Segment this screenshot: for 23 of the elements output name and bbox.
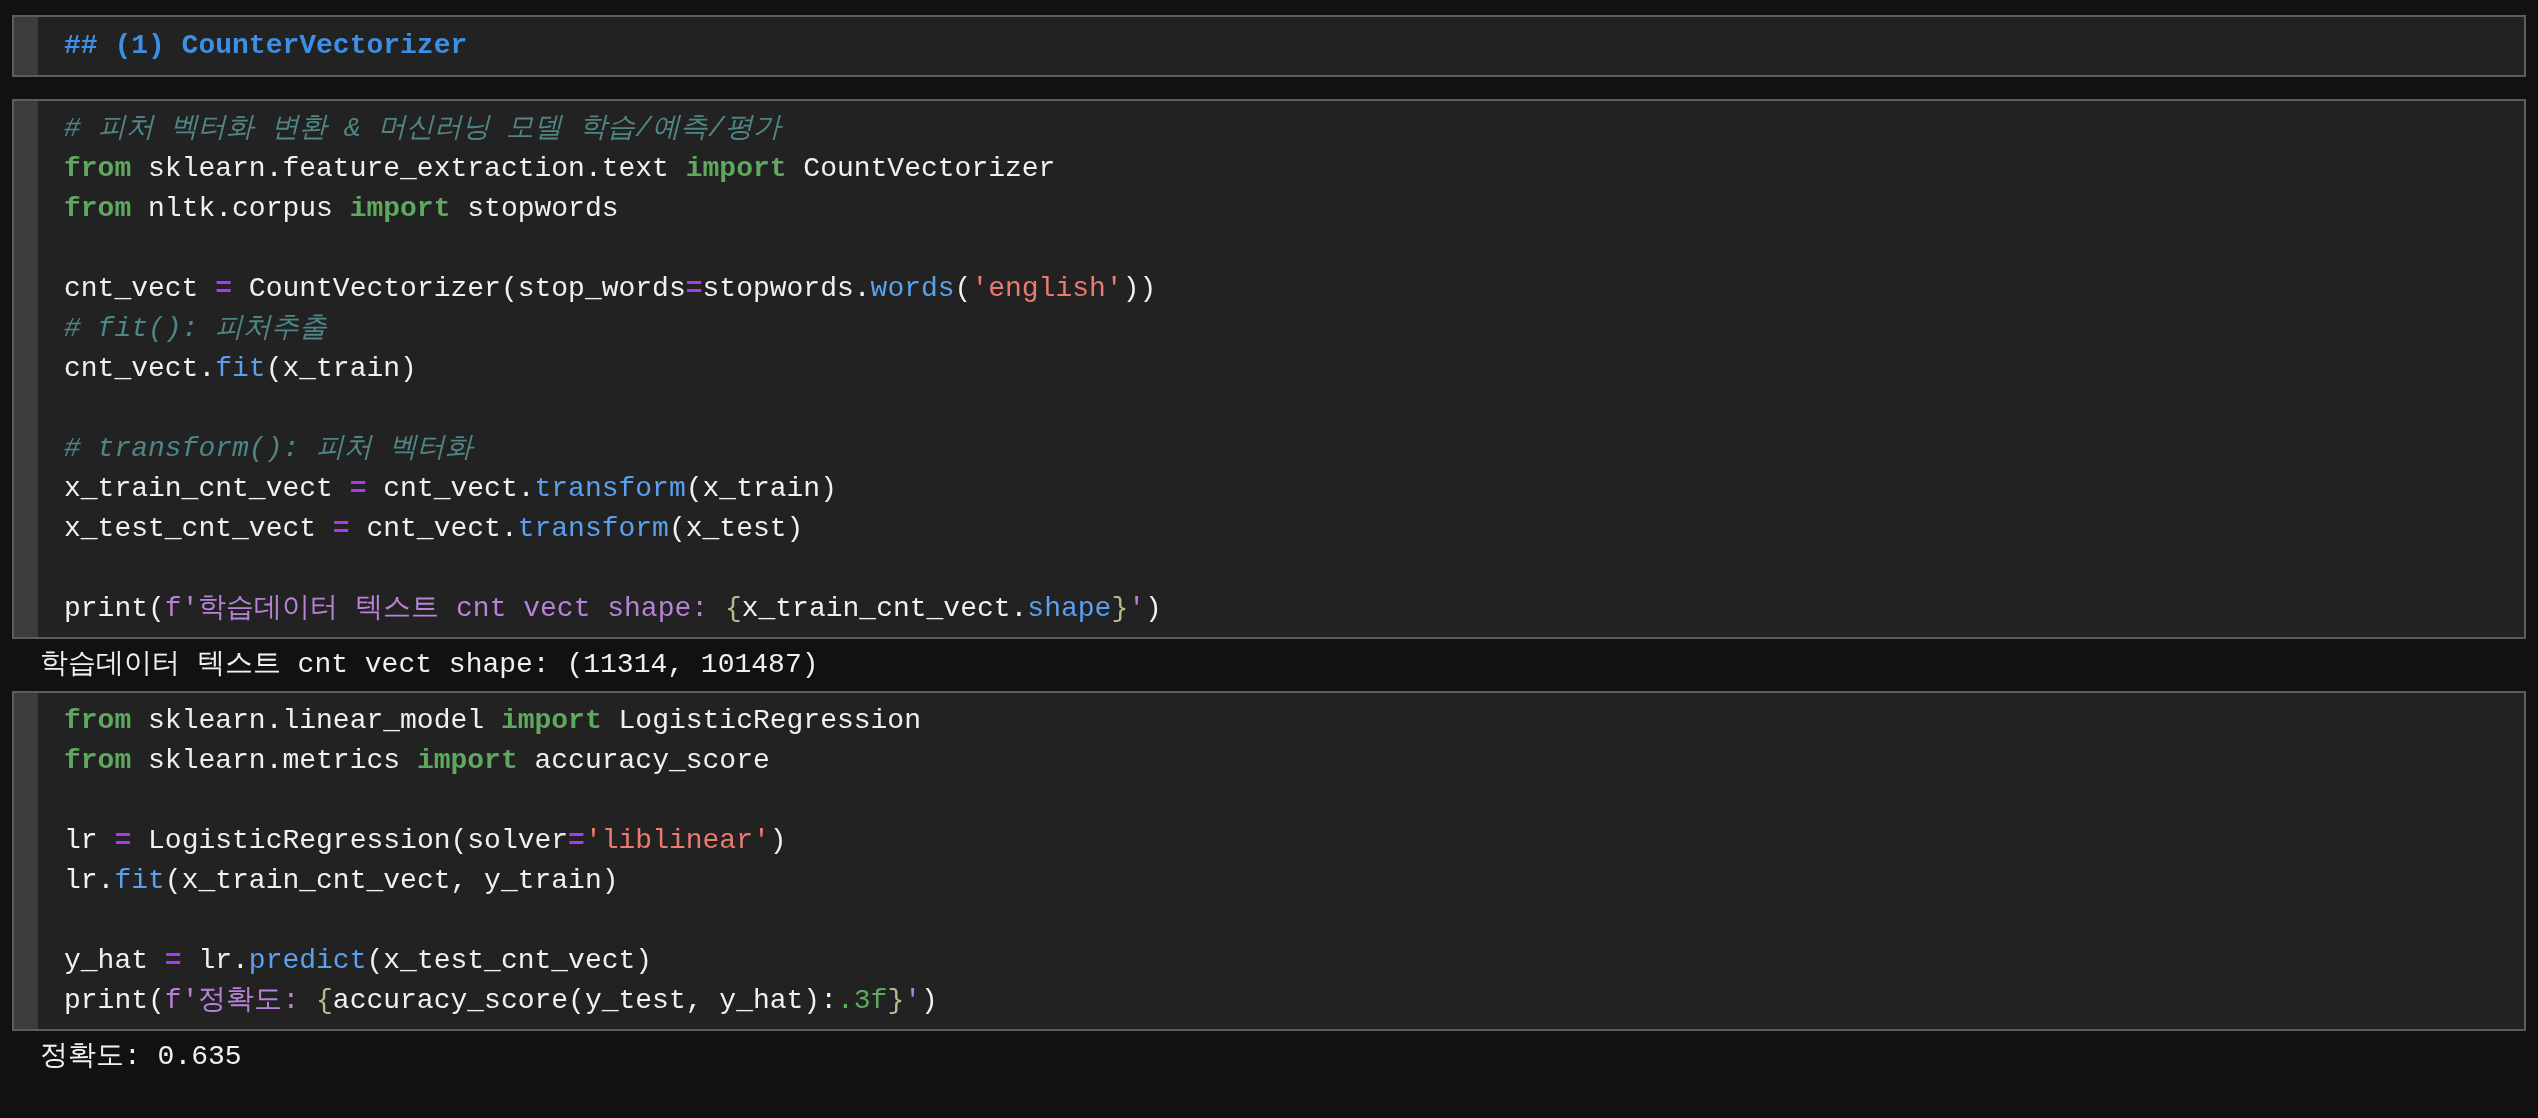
markdown-cell[interactable]: ## (1) CounterVectorizer <box>12 15 2526 77</box>
code-line: # fit(): 피처추출 <box>64 312 328 346</box>
cell-output: 학습데이터 텍스트 cnt vect shape: (11314, 101487) <box>40 648 819 682</box>
code-line: print(f'학습데이터 텍스트 cnt vect shape: {x_train_cnt_vect.shape}') <box>64 592 1162 626</box>
code-line: x_test_cnt_vect = cnt_vect.transform(x_test) <box>64 512 804 546</box>
markdown-heading: ## (1) CounterVectorizer <box>64 29 468 63</box>
cell-gutter <box>14 17 38 75</box>
code-cell[interactable] <box>12 99 2526 639</box>
code-line: from sklearn.metrics import accuracy_score <box>64 744 770 778</box>
code-line: from sklearn.feature_extraction.text import CountVectorizer <box>64 152 1056 186</box>
code-line: cnt_vect.fit(x_train) <box>64 352 417 386</box>
cell-output: 정확도: 0.635 <box>40 1040 242 1074</box>
code-line: lr = LogisticRegression(solver='liblinear') <box>64 824 787 858</box>
code-line: # 피처 벡터화 변환 & 머신러닝 모델 학습/예측/평가 <box>64 112 781 146</box>
code-line: lr.fit(x_train_cnt_vect, y_train) <box>64 864 619 898</box>
code-line: print(f'정확도: {accuracy_score(y_test, y_hat):.3f}') <box>64 984 938 1018</box>
code-line: from sklearn.linear_model import LogisticRegression <box>64 704 921 738</box>
code-line: x_train_cnt_vect = cnt_vect.transform(x_train) <box>64 472 837 506</box>
code-line: y_hat = lr.predict(x_test_cnt_vect) <box>64 944 653 978</box>
code-line: from nltk.corpus import stopwords <box>64 192 619 226</box>
code-cell[interactable] <box>12 691 2526 1031</box>
code-line: # transform(): 피처 벡터화 <box>64 432 473 466</box>
code-line: cnt_vect = CountVectorizer(stop_words=stopwords.words('english')) <box>64 272 1157 306</box>
